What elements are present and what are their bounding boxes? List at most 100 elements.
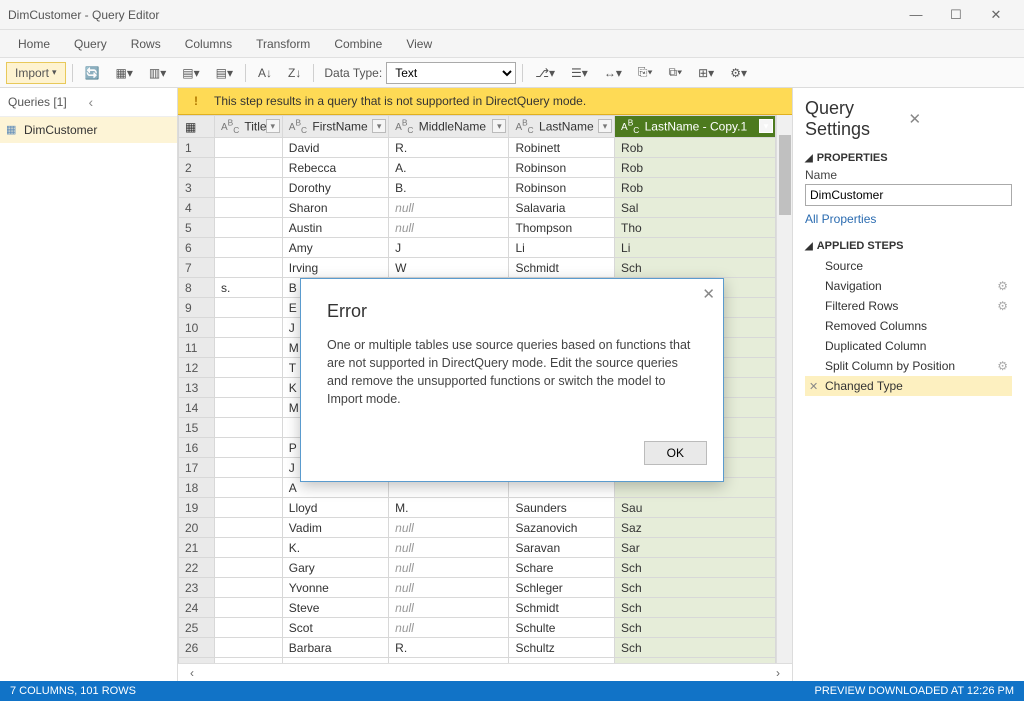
- cell[interactable]: Yvonne: [282, 578, 388, 598]
- cell[interactable]: King: [509, 658, 615, 663]
- cell[interactable]: [215, 358, 283, 378]
- cell[interactable]: [215, 538, 283, 558]
- horizontal-scrollbar[interactable]: ‹ ›: [178, 663, 792, 681]
- step-removed-columns[interactable]: ✕Removed Columns: [805, 316, 1012, 336]
- cell[interactable]: Li: [615, 238, 776, 258]
- gear-icon[interactable]: ⚙: [997, 299, 1008, 313]
- cell[interactable]: Schultz: [509, 638, 615, 658]
- steps-header[interactable]: ◢APPLIED STEPS: [805, 240, 1012, 252]
- rownum-cell[interactable]: 27: [179, 658, 215, 663]
- rownum-cell[interactable]: 19: [179, 498, 215, 518]
- cell[interactable]: null: [389, 598, 509, 618]
- cell[interactable]: [215, 558, 283, 578]
- column-header-lastname[interactable]: ABC LastName▾: [509, 116, 615, 138]
- remove-cols-icon[interactable]: ▥▾: [143, 63, 172, 83]
- rownum-cell[interactable]: 15: [179, 418, 215, 438]
- cell[interactable]: Sharon: [282, 198, 388, 218]
- close-settings-icon[interactable]: ✕: [909, 110, 1013, 128]
- cell[interactable]: David: [282, 138, 388, 158]
- column-header-middlename[interactable]: ABC MiddleName▾: [389, 116, 509, 138]
- column-header-firstname[interactable]: ABC FirstName▾: [282, 116, 388, 138]
- menu-view[interactable]: View: [396, 33, 442, 55]
- cell[interactable]: [215, 458, 283, 478]
- cell[interactable]: s.: [215, 278, 283, 298]
- rownum-cell[interactable]: 4: [179, 198, 215, 218]
- menu-combine[interactable]: Combine: [324, 33, 392, 55]
- table-row[interactable]: 20VadimnullSazanovichSaz: [179, 518, 776, 538]
- all-properties-link[interactable]: All Properties: [805, 212, 1012, 226]
- cell[interactable]: Saunders: [509, 498, 615, 518]
- cell[interactable]: [215, 238, 283, 258]
- cell[interactable]: [215, 318, 283, 338]
- rownum-cell[interactable]: 3: [179, 178, 215, 198]
- cell[interactable]: Austin: [282, 218, 388, 238]
- cell[interactable]: [215, 258, 283, 278]
- cell[interactable]: Vadim: [282, 518, 388, 538]
- cell[interactable]: null: [389, 558, 509, 578]
- rownum-cell[interactable]: 18: [179, 478, 215, 498]
- cell[interactable]: [215, 418, 283, 438]
- append-icon[interactable]: ⧉▾: [663, 62, 689, 83]
- step-split-column-by-position[interactable]: ✕Split Column by Position⚙: [805, 356, 1012, 376]
- gear-icon[interactable]: ⚙: [997, 359, 1008, 373]
- columns-icon[interactable]: ▦▾: [110, 63, 139, 83]
- menu-rows[interactable]: Rows: [121, 33, 171, 55]
- params-icon[interactable]: ⚙▾: [724, 63, 753, 83]
- rownum-cell[interactable]: 5: [179, 218, 215, 238]
- properties-header[interactable]: ◢PROPERTIES: [805, 152, 1012, 164]
- menu-home[interactable]: Home: [8, 33, 60, 55]
- rownum-cell[interactable]: 24: [179, 598, 215, 618]
- rownum-cell[interactable]: 22: [179, 558, 215, 578]
- cell[interactable]: Saz: [615, 518, 776, 538]
- rownum-cell[interactable]: 17: [179, 458, 215, 478]
- cell[interactable]: Tho: [615, 218, 776, 238]
- step-filtered-rows[interactable]: ✕Filtered Rows⚙: [805, 296, 1012, 316]
- cell[interactable]: Irving: [282, 258, 388, 278]
- cell[interactable]: [215, 658, 283, 663]
- table-row[interactable]: 5AustinnullThompsonTho: [179, 218, 776, 238]
- sort-asc-icon[interactable]: A↓: [252, 63, 278, 83]
- table-row[interactable]: 3DorothyB.RobinsonRob: [179, 178, 776, 198]
- close-button[interactable]: ✕: [976, 1, 1016, 29]
- rownum-cell[interactable]: 11: [179, 338, 215, 358]
- cell[interactable]: [215, 638, 283, 658]
- cell[interactable]: Sau: [615, 498, 776, 518]
- table-row[interactable]: 24StevenullSchmidtSch: [179, 598, 776, 618]
- cell[interactable]: Sal: [615, 198, 776, 218]
- column-header-title[interactable]: ABC Title▾: [215, 116, 283, 138]
- sort-desc-icon[interactable]: Z↓: [282, 63, 307, 83]
- cell[interactable]: Lloyd: [282, 498, 388, 518]
- cell[interactable]: Schmidt: [509, 598, 615, 618]
- cell[interactable]: Rob: [615, 158, 776, 178]
- table-row[interactable]: 25ScotnullSchulteSch: [179, 618, 776, 638]
- cell[interactable]: Rebecca: [282, 158, 388, 178]
- cell[interactable]: Schare: [509, 558, 615, 578]
- split-col-icon[interactable]: ⎇▾: [529, 63, 561, 83]
- cell[interactable]: Gary: [282, 558, 388, 578]
- refresh-icon[interactable]: 🔄: [79, 63, 106, 83]
- query-item-dimcustomer[interactable]: DimCustomer: [0, 117, 177, 143]
- cell[interactable]: Sazanovich: [509, 518, 615, 538]
- cell[interactable]: Sar: [615, 538, 776, 558]
- cell[interactable]: [215, 198, 283, 218]
- cell[interactable]: Sch: [615, 618, 776, 638]
- cell[interactable]: Steve: [282, 598, 388, 618]
- cell[interactable]: A.: [389, 158, 509, 178]
- table-row[interactable]: 23YvonnenullSchlegerSch: [179, 578, 776, 598]
- cell[interactable]: [215, 578, 283, 598]
- cell[interactable]: Robinson: [509, 178, 615, 198]
- dialog-ok-button[interactable]: OK: [644, 441, 707, 465]
- import-button[interactable]: Import ▾: [6, 62, 66, 84]
- cell[interactable]: [215, 398, 283, 418]
- cell[interactable]: K.: [282, 538, 388, 558]
- query-name-input[interactable]: [805, 184, 1012, 206]
- rownum-cell[interactable]: 10: [179, 318, 215, 338]
- rownum-cell[interactable]: 21: [179, 538, 215, 558]
- cell[interactable]: [215, 158, 283, 178]
- scroll-left-icon[interactable]: ‹: [190, 666, 194, 680]
- remove-rows-icon[interactable]: ▤▾: [210, 63, 239, 83]
- cell[interactable]: Sch: [615, 258, 776, 278]
- delete-step-icon[interactable]: ✕: [809, 380, 818, 393]
- step-source[interactable]: ✕Source: [805, 256, 1012, 276]
- cell[interactable]: [215, 178, 283, 198]
